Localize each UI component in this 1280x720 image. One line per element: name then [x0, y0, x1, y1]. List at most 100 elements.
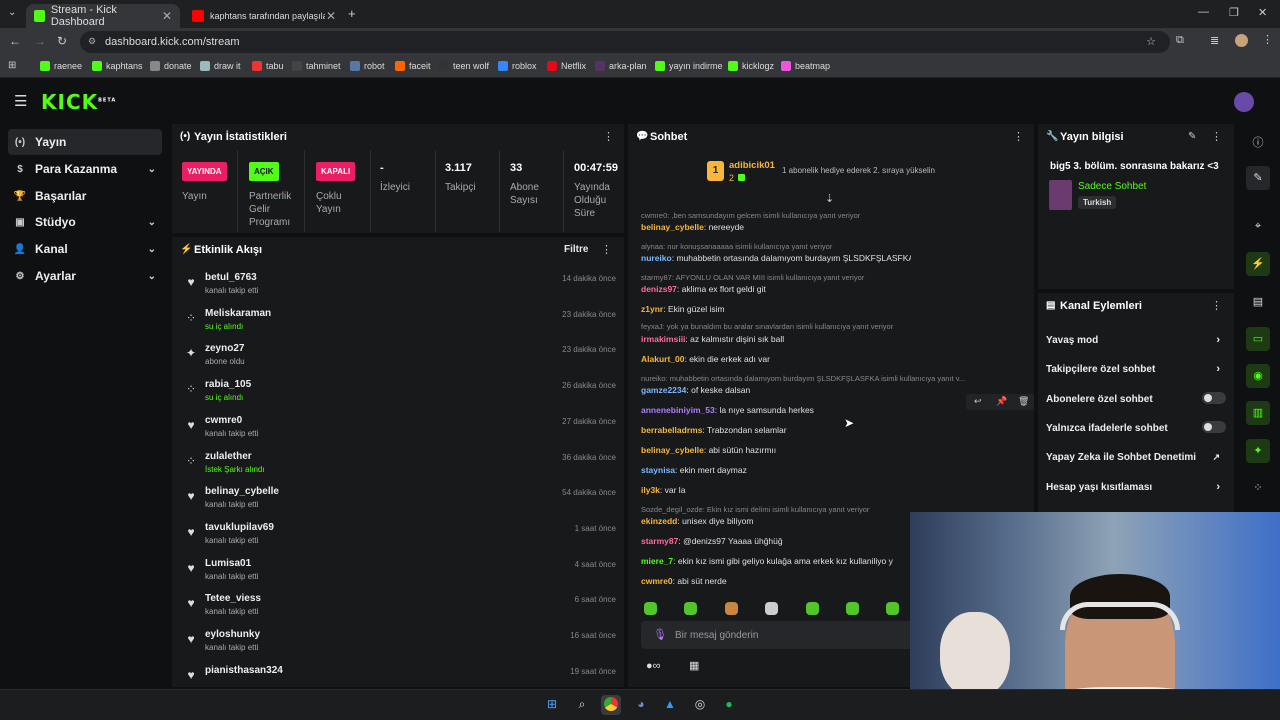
chat-message[interactable]: gamze2234: of keske dalsan — [641, 385, 911, 395]
ai-moderation-action[interactable]: Yapay Zeka ile Sohbet Denetimi ↗ — [1046, 452, 1226, 463]
account-age-action[interactable]: Hesap yaşı kısıtlaması › — [1046, 481, 1226, 493]
shield-icon[interactable]: ▥ — [1246, 401, 1270, 425]
reload-icon[interactable]: ↻ — [57, 34, 67, 48]
pinned-username[interactable]: adibicik01 — [729, 160, 775, 171]
slow-mode-action[interactable]: Yavaş mod › — [1046, 334, 1226, 346]
edit-icon[interactable]: ✎ — [1246, 166, 1270, 190]
list-item[interactable]: ♥ betul_6763 kanalı takip etti 14 dakika ön… — [172, 270, 624, 306]
chat-username[interactable]: nureiko — [641, 253, 672, 263]
chat-username[interactable]: berrabelladrms — [641, 425, 702, 435]
close-window-icon[interactable]: ✕ — [1258, 6, 1267, 19]
chat-username[interactable]: denizs97 — [641, 284, 677, 294]
sidebar-item-para-kazanma[interactable]: $ Para Kazanma ⌄ — [8, 156, 162, 182]
list-item[interactable]: ♥ Lumisa01 kanalı takip etti 4 saat önce — [172, 556, 624, 592]
bookmark-star-icon[interactable]: ☆ — [1146, 35, 1156, 48]
emote-icon[interactable] — [684, 602, 697, 615]
chat-message[interactable]: Alakurt_00: ekin die erkek adı var — [641, 354, 911, 364]
chat-message[interactable]: staynisa: ekin mert daymaz — [641, 465, 911, 475]
bolt-icon[interactable]: ⚡ — [1246, 252, 1270, 276]
bookmark-item[interactable]: draw it — [200, 61, 241, 71]
pin-icon[interactable]: 📌 — [996, 396, 1007, 407]
bookmark-item[interactable]: tahminet — [292, 61, 341, 71]
url-input[interactable]: ⚙ dashboard.kick.com/stream ☆ — [80, 31, 1170, 53]
list-item[interactable]: ♥ pianisthasan324 19 saat önce — [172, 663, 624, 687]
list-item[interactable]: ⁘ Meliskaraman su iç alındı 23 dakika önce — [172, 306, 624, 342]
list-item[interactable]: ⁘ zulalether İstek Şarkı alındı 36 dakika ö… — [172, 449, 624, 485]
category-link[interactable]: Sadece Sohbet — [1078, 181, 1146, 192]
chat-message[interactable]: denizs97: aklima ex flort geldi git — [641, 284, 911, 294]
avatar[interactable] — [1234, 92, 1254, 112]
list-item[interactable]: ♥ eyloshunky kanalı takip etti 16 saat önce — [172, 627, 624, 663]
search-icon[interactable]: ⌕ — [572, 695, 592, 715]
tab-kick-dashboard[interactable]: Stream - Kick Dashboard ✕ — [26, 4, 180, 28]
sidebar-item-ayarlar[interactable]: ⚙ Ayarlar ⌄ — [8, 263, 162, 289]
followers-only-action[interactable]: Takipçilere özel sohbet › — [1046, 363, 1226, 375]
kebab-menu-icon[interactable]: ⋮ — [601, 243, 612, 256]
windows-start-icon[interactable]: ⊞ — [542, 695, 562, 715]
chat-message[interactable]: irmakimsiii: az kalmıstır dişini sık bal… — [641, 334, 911, 344]
bookmark-item[interactable]: kicklogz — [728, 61, 774, 71]
emote-icon[interactable] — [886, 602, 899, 615]
chat-username[interactable]: Alakurt_00 — [641, 354, 684, 364]
photos-icon[interactable]: ▲ — [660, 695, 680, 715]
chat-message[interactable]: belinay_cybelle: nereeyde — [641, 222, 911, 232]
chat-username[interactable]: starmy87 — [641, 536, 678, 546]
bookmark-item[interactable]: Netflix — [547, 61, 586, 71]
filter-button[interactable]: Filtre — [564, 244, 588, 255]
site-info-icon[interactable]: ⚙ — [88, 36, 96, 47]
sidebar-item-yayin[interactable]: (•) Yayın — [8, 129, 162, 155]
close-icon[interactable]: ✕ — [162, 9, 172, 23]
wrench-icon[interactable]: ✦ — [1246, 439, 1270, 463]
chat-username[interactable]: z1ynr — [641, 304, 663, 314]
minimize-icon[interactable]: — — [1198, 6, 1209, 18]
chat-message[interactable]: nureiko: muhabbetin ortasında dalamıyom … — [641, 253, 911, 263]
chat-message[interactable]: annenebiniyim_53: la nıye samsunda herke… — [641, 405, 911, 415]
new-tab-button[interactable]: + — [348, 6, 356, 21]
menu-kebab-icon[interactable]: ⋮ — [1262, 33, 1273, 46]
kick-logo[interactable]: KICKBETA — [41, 90, 116, 114]
chat-message[interactable]: miere_7: ekin kız ismi gibi geliyo kulağ… — [641, 556, 911, 566]
chat-username[interactable]: staynisa — [641, 465, 675, 475]
emote-icon[interactable] — [846, 602, 859, 615]
discord-icon[interactable]: ◕ — [631, 695, 651, 715]
bookmark-item[interactable]: roblox — [498, 61, 537, 71]
subscribers-only-toggle[interactable] — [1202, 392, 1226, 404]
emotes-only-toggle[interactable] — [1202, 421, 1226, 433]
list-item[interactable]: ♥ tavuklupilav69 kanalı takip etti 1 saat ö… — [172, 520, 624, 556]
spotify-icon[interactable]: ● — [719, 695, 739, 715]
edit-pencil-icon[interactable]: ✎ — [1188, 131, 1196, 142]
kebab-menu-icon[interactable]: ⋮ — [603, 130, 614, 143]
kebab-menu-icon[interactable]: ⋮ — [1211, 299, 1222, 312]
chat-username[interactable]: miere_7 — [641, 556, 673, 566]
integrations-icon[interactable]: ⁘ — [1246, 476, 1270, 500]
sidebar-item-studyo[interactable]: ▣ Stüdyo ⌄ — [8, 209, 162, 235]
bookmark-item[interactable]: arka-plan — [595, 61, 647, 71]
delete-icon[interactable]: 🗑 — [1018, 396, 1029, 407]
chat-message[interactable]: cwmre0: abi süt nerde — [641, 576, 911, 586]
emote-icon[interactable] — [806, 602, 819, 615]
broadcast-icon[interactable]: ◉ — [1246, 364, 1270, 388]
chat-username[interactable]: gamze2234 — [641, 385, 686, 395]
bookmark-item[interactable]: teen wolf — [439, 61, 489, 71]
list-item[interactable]: ♥ belinay_cybelle kanalı takip etti 54 daki… — [172, 484, 624, 520]
extensions-icon[interactable]: ⧉ — [1176, 34, 1184, 47]
sidebar-item-basarilar[interactable]: 🏆 Başarılar — [8, 183, 162, 209]
chat-username[interactable]: irmakimsiii — [641, 334, 685, 344]
info-icon[interactable]: ⓘ — [1246, 129, 1270, 153]
list-item[interactable]: ♥ cwmre0 kanalı takip etti 27 dakika önce — [172, 413, 624, 449]
document-icon[interactable]: ▤ — [1246, 290, 1270, 314]
emote-icon[interactable] — [644, 602, 657, 615]
chat-message[interactable]: z1ynr: Ekin güzel isim — [641, 304, 911, 314]
list-item[interactable]: ✦ zeyno27 abone oldu 23 dakika önce — [172, 341, 624, 377]
chat-bubble-icon[interactable]: ▭ — [1246, 327, 1270, 351]
bookmark-item[interactable]: raenee — [40, 61, 82, 71]
apps-grid-icon[interactable]: ⊞ — [8, 60, 16, 71]
close-icon[interactable]: ✕ — [326, 9, 336, 23]
profile-avatar[interactable] — [1235, 34, 1248, 47]
chrome-icon[interactable] — [601, 695, 621, 715]
sidebar-item-kanal[interactable]: 👤 Kanal ⌄ — [8, 236, 162, 262]
chat-username[interactable]: ekinzedd — [641, 516, 677, 526]
chat-message[interactable]: starmy87: @denizs97 Yaaaa ühğhüğ — [641, 536, 911, 546]
chat-username[interactable]: ily3k — [641, 485, 660, 495]
obs-icon[interactable]: ◎ — [690, 695, 710, 715]
